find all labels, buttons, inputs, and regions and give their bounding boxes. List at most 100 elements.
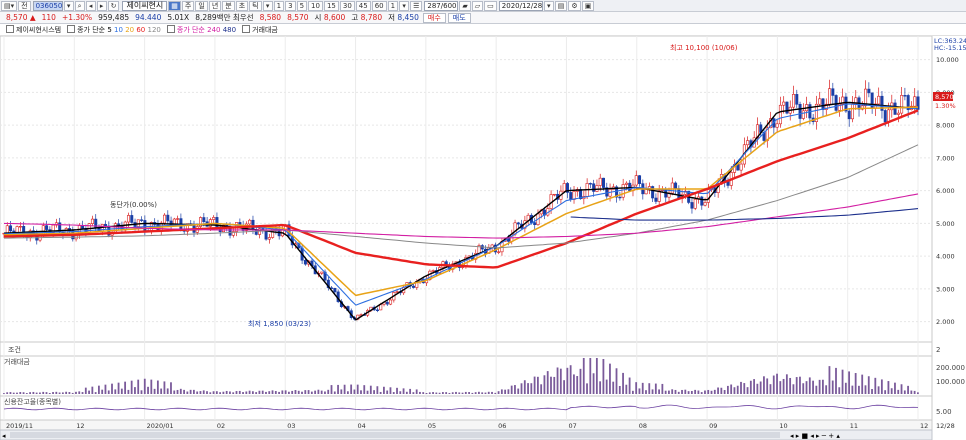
stock-chart[interactable]: 10.0009.0008.0007.0006.0005.0004.0003.00… [0, 36, 966, 440]
volume-bar [507, 389, 510, 394]
x-axis-strip [0, 419, 933, 431]
period-type-button[interactable]: 초 [235, 0, 249, 11]
volume-bar [651, 389, 654, 394]
volume-bar [22, 392, 25, 394]
volume-bar [363, 385, 366, 394]
volume-bar [848, 371, 851, 394]
interval-button[interactable]: 10 [308, 0, 323, 11]
volume-bar [170, 382, 172, 394]
interval-button[interactable]: 60 [371, 0, 387, 11]
volume-bar [94, 392, 97, 394]
period-type-button[interactable]: 주 [181, 0, 195, 11]
prev-stock-icon[interactable]: ◂ [85, 0, 96, 11]
price-pane[interactable] [0, 36, 933, 343]
volume-bar [458, 392, 461, 394]
zoom-out-icon[interactable]: ▱ [471, 0, 484, 11]
volume-bar [156, 380, 159, 394]
volume-bar [812, 380, 814, 394]
price-axis-label: 4.000 [936, 253, 955, 261]
interval-dropdown[interactable]: ▾ [399, 0, 410, 11]
volume-bar [730, 384, 733, 394]
volume-bar [802, 383, 805, 394]
period-type-button[interactable]: 년 [208, 0, 222, 11]
volume-bar [733, 387, 736, 394]
volume-bar [471, 392, 474, 394]
interval-button[interactable]: 1 [273, 0, 285, 11]
scroll-end-icon[interactable]: ▭ [484, 0, 497, 11]
volume-bar [618, 385, 621, 394]
volume-bar [615, 368, 618, 394]
credit-axis-label: 5.00 [936, 408, 952, 416]
search-icon[interactable]: ⌕ [74, 0, 85, 11]
stock-code-input[interactable]: 036050 [32, 0, 63, 11]
volume-bar [520, 383, 523, 394]
volume-bar [320, 390, 323, 394]
volume-bar [278, 391, 280, 394]
zoom-in-icon[interactable]: ▰ [459, 0, 471, 11]
candle-body [831, 88, 835, 96]
code-dropdown-button[interactable]: ▾ [63, 0, 74, 11]
scroll-controls[interactable]: ◂ ▸ ■ ◂ ▸ ─ + ▴ [790, 432, 840, 440]
candle-body [677, 188, 681, 199]
view-icon[interactable]: ▣ [581, 0, 595, 11]
volume-bar [890, 388, 893, 394]
volume-bar [861, 374, 864, 394]
code-prefix-dropdown[interactable]: 전 [18, 0, 31, 11]
legend-ma[interactable]: 종가 단순 5 10 20 60 120 [67, 24, 161, 35]
volume-bar [265, 391, 267, 394]
checkbox-icon[interactable] [6, 24, 14, 33]
period-type-button[interactable]: 분 [222, 0, 235, 11]
gear-icon[interactable]: ⚙ [568, 0, 581, 11]
candle-body [411, 285, 415, 288]
volume-bar [186, 391, 189, 394]
chart-type-icon[interactable]: ▦ [168, 0, 181, 11]
calendar-icon[interactable]: ▾ [543, 0, 554, 11]
volume-pane[interactable] [0, 355, 933, 397]
period-type-button[interactable]: 틱 [249, 0, 262, 11]
legend-ma-long[interactable]: 종가 단순 240 480 [166, 24, 236, 35]
volume-bar [612, 381, 615, 394]
sell-button[interactable]: 매도 [447, 12, 471, 23]
scrollbar-thumb[interactable] [10, 432, 780, 438]
interval-button[interactable]: 1 [387, 0, 399, 11]
refresh-icon[interactable]: ↻ [107, 0, 120, 11]
interval-button[interactable]: 30 [339, 0, 355, 11]
buy-button[interactable]: 매수 [422, 12, 446, 23]
legend-price[interactable]: 제이씨현시스템 [6, 24, 61, 35]
dropdown-arrow[interactable]: ▾ [262, 0, 273, 11]
checkbox-icon[interactable] [166, 24, 175, 33]
candle-body [798, 103, 802, 119]
volume-bar [527, 383, 529, 394]
volume-bar [3, 393, 5, 394]
candle-body [700, 196, 704, 206]
checkbox-icon[interactable] [67, 24, 76, 33]
candle-body [552, 193, 556, 196]
legend-volume[interactable]: 거래대금 [242, 24, 278, 35]
interval-button[interactable]: 15 [323, 0, 339, 11]
volume-bar [117, 382, 120, 394]
next-stock-icon[interactable]: ▸ [96, 0, 107, 11]
price-axis-label: 10.000 [936, 56, 959, 64]
candle-body [792, 94, 796, 108]
stock-name-field[interactable]: 제이씨현시 [122, 0, 168, 11]
volume-bar [134, 387, 136, 394]
interval-button[interactable]: 45 [355, 0, 371, 11]
count-field[interactable]: 287/600 [424, 0, 459, 11]
volume-bar [209, 392, 212, 394]
interval-button[interactable]: 3 [285, 0, 296, 11]
checkbox-icon[interactable] [242, 24, 251, 33]
candle-body [130, 215, 134, 223]
scroll-left-icon[interactable]: ◂ [2, 432, 6, 440]
volume-bar [281, 390, 284, 394]
volume-bar [6, 392, 9, 394]
interval-button[interactable]: 5 [296, 0, 308, 11]
candle-body [248, 219, 252, 225]
period-type-button[interactable]: 일 [195, 0, 208, 11]
volume-bar [726, 385, 729, 394]
layout-icon[interactable]: ▤ [554, 0, 568, 11]
settings-icon[interactable]: ☰ [410, 0, 423, 11]
volume-bar [563, 380, 565, 394]
menu-arrow-button[interactable]: ▤▾ [1, 0, 18, 11]
volume-bar [573, 374, 575, 394]
date-field[interactable]: 2020/12/28 [498, 0, 543, 11]
